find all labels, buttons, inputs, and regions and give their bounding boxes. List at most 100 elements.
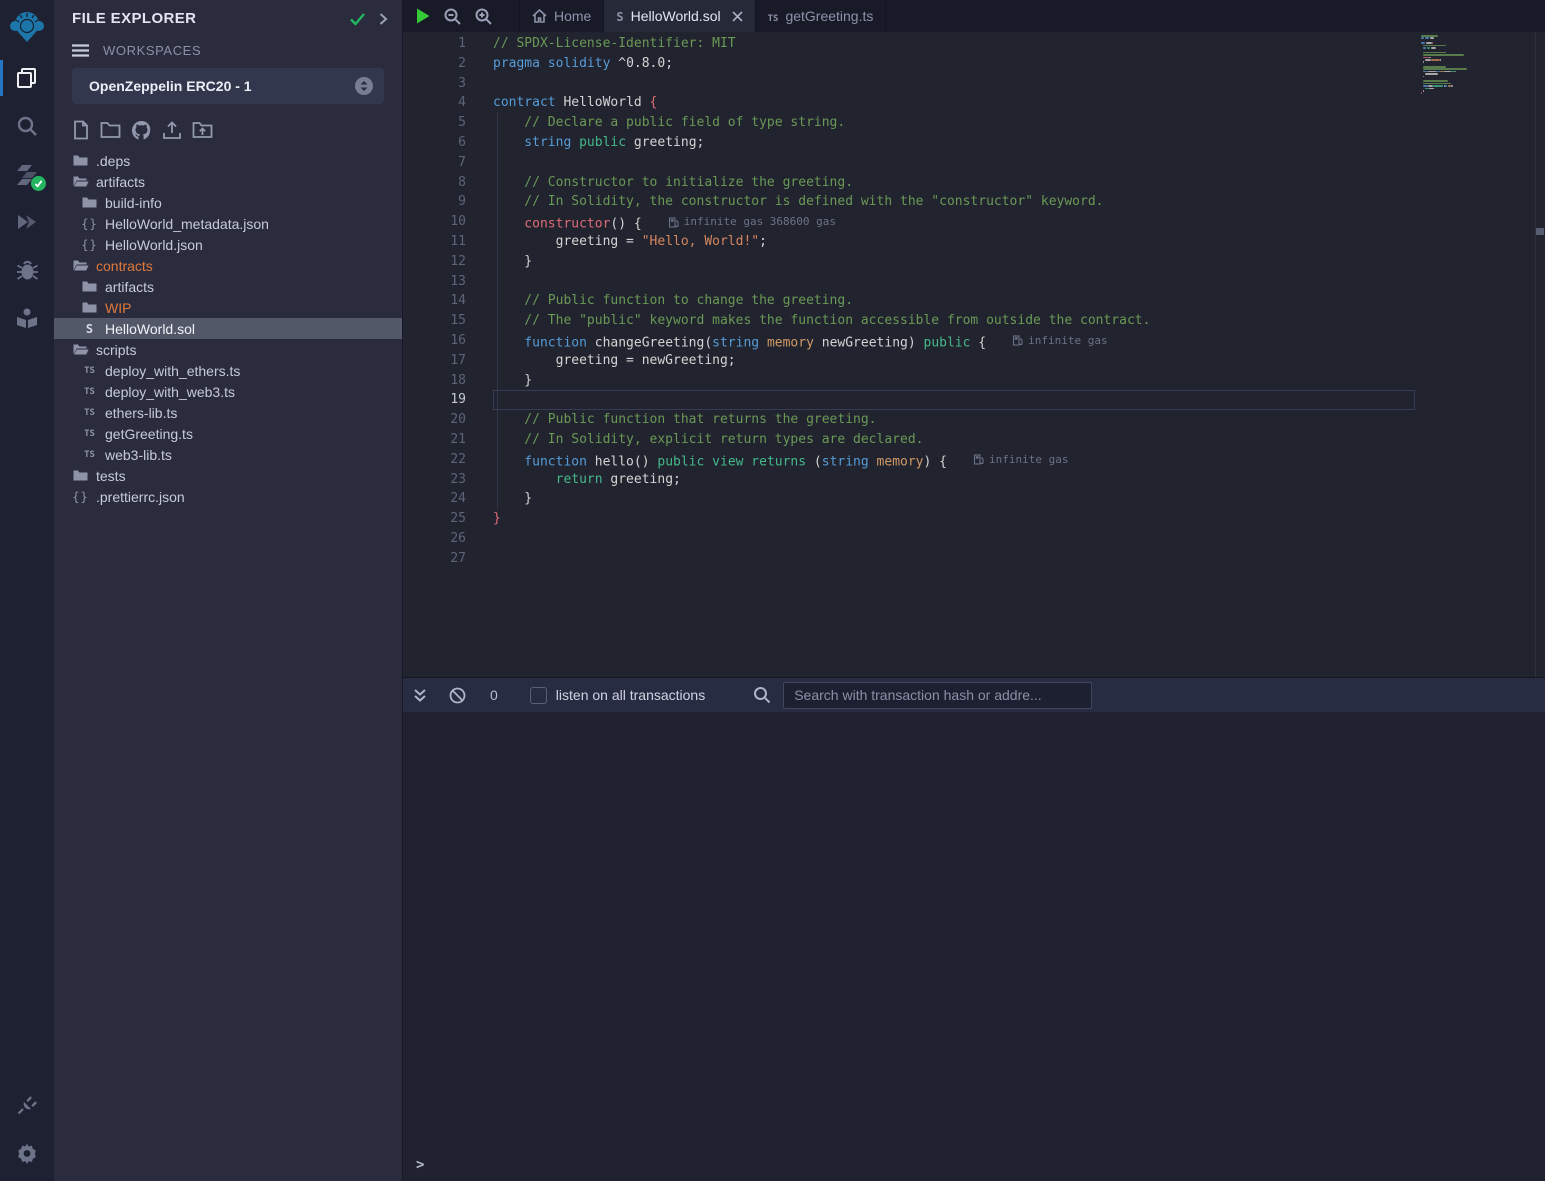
run-script-button[interactable] xyxy=(415,7,431,25)
zoom-out-icon[interactable] xyxy=(443,7,462,26)
close-tab-icon[interactable] xyxy=(732,11,743,22)
folder-item-contracts[interactable]: contracts xyxy=(54,255,402,276)
new-file-icon[interactable] xyxy=(72,120,90,140)
file-item-ethers-lib.ts[interactable]: TSethers-lib.ts xyxy=(54,402,402,423)
sidebar-item-solidity-compiler[interactable] xyxy=(0,150,54,198)
line-number: 16 xyxy=(403,331,493,351)
line-number: 12 xyxy=(403,252,493,272)
editor-scrollbar[interactable] xyxy=(1535,32,1545,677)
line-number: 3 xyxy=(403,74,493,94)
line-number: 10 xyxy=(403,212,493,232)
terminal-output[interactable]: > xyxy=(403,712,1545,1181)
line-number: 24 xyxy=(403,489,493,509)
sidebar-item-search[interactable] xyxy=(0,102,54,150)
sidebar-item-debugger[interactable] xyxy=(0,246,54,294)
sidebar-item-file-explorer[interactable] xyxy=(0,54,54,102)
folder-item-artifacts[interactable]: artifacts xyxy=(54,276,402,297)
code-line: // In Solidity, explicit return types ar… xyxy=(493,430,1545,450)
file-item-getGreeting.ts[interactable]: TSgetGreeting.ts xyxy=(54,423,402,444)
item-label: .deps xyxy=(96,153,130,169)
json-file-icon: {} xyxy=(81,217,98,231)
line-number: 2 xyxy=(403,54,493,74)
scrollbar-thumb[interactable] xyxy=(1536,228,1544,235)
search-icon xyxy=(15,114,39,138)
file-item-HelloWorld_metadata.json[interactable]: {} HelloWorld_metadata.json xyxy=(54,213,402,234)
item-label: deploy_with_web3.ts xyxy=(105,384,235,400)
folder-item-.deps[interactable]: .deps xyxy=(54,150,402,171)
terminal-toolbar: 0 listen on all transactions xyxy=(403,678,1545,712)
folder-open-icon xyxy=(72,175,89,188)
line-number: 15 xyxy=(403,311,493,331)
folder-item-build-info[interactable]: build-info xyxy=(54,192,402,213)
tab-HelloWorld.sol[interactable]: SHelloWorld.sol xyxy=(604,0,755,32)
tab-Home[interactable]: Home xyxy=(519,0,604,32)
expand-terminal-icon[interactable] xyxy=(413,688,427,703)
gear-icon xyxy=(15,1141,39,1165)
chevron-right-icon[interactable] xyxy=(378,12,388,26)
zoom-in-icon[interactable] xyxy=(474,7,493,26)
hamburger-menu-icon[interactable] xyxy=(72,44,89,57)
sidebar-item-learneth[interactable] xyxy=(0,294,54,342)
terminal-panel: 0 listen on all transactions > xyxy=(403,677,1545,1181)
line-number: 18 xyxy=(403,371,493,391)
code-line: // Constructor to initialize the greetin… xyxy=(493,173,1545,193)
folder-item-artifacts[interactable]: artifacts xyxy=(54,171,402,192)
line-number: 23 xyxy=(403,470,493,490)
line-number: 4 xyxy=(403,93,493,113)
file-item-web3-lib.ts[interactable]: TSweb3-lib.ts xyxy=(54,444,402,465)
line-number: 11 xyxy=(403,232,493,252)
folder-closed-icon xyxy=(72,154,89,167)
ts-file-icon: TS xyxy=(81,450,98,460)
code-line: } xyxy=(493,252,1545,272)
file-item-.prettierrc.json[interactable]: {}.prettierrc.json xyxy=(54,486,402,507)
folder-closed-icon xyxy=(81,196,98,209)
tabs-container: Home SHelloWorld.sol TS getGreeting.ts xyxy=(505,0,886,32)
code-line: // In Solidity, the constructor is defin… xyxy=(493,192,1545,212)
item-label: HelloWorld_metadata.json xyxy=(105,216,269,232)
upload-file-icon[interactable] xyxy=(162,120,182,140)
transaction-search-input[interactable] xyxy=(783,682,1092,709)
clear-console-icon[interactable] xyxy=(449,687,466,704)
line-number: 7 xyxy=(403,153,493,173)
new-folder-icon[interactable] xyxy=(100,120,121,140)
code-line: contract HelloWorld { xyxy=(493,93,1545,113)
folder-item-tests[interactable]: tests xyxy=(54,465,402,486)
code-line xyxy=(493,549,1545,569)
folder-item-scripts[interactable]: scripts xyxy=(54,339,402,360)
plug-icon xyxy=(15,1093,39,1117)
remix-logo-icon[interactable] xyxy=(0,0,54,54)
folder-item-WIP[interactable]: WIP xyxy=(54,297,402,318)
workspace-select[interactable]: OpenZeppelin ERC20 - 1 xyxy=(72,68,384,104)
file-item-deploy_with_web3.ts[interactable]: TSdeploy_with_web3.ts xyxy=(54,381,402,402)
code-editor[interactable]: 1234567891011121314151617181920212223242… xyxy=(403,32,1545,677)
item-label: WIP xyxy=(105,300,131,316)
deploy-run-icon xyxy=(14,209,40,235)
tab-getGreeting.ts[interactable]: TS getGreeting.ts xyxy=(756,0,887,32)
sidebar-item-plugin-manager[interactable] xyxy=(0,1081,54,1129)
minimap[interactable] xyxy=(1421,35,1517,100)
ts-file-icon: TS xyxy=(81,408,98,418)
folder-closed-icon xyxy=(81,280,98,293)
ts-icon: TS xyxy=(768,8,779,24)
github-icon[interactable] xyxy=(131,120,152,140)
file-item-HelloWorld.sol[interactable]: SHelloWorld.sol xyxy=(54,318,402,339)
listen-transactions-label: listen on all transactions xyxy=(556,687,705,703)
terminal-prompt[interactable]: > xyxy=(416,1157,424,1173)
listen-transactions-checkbox[interactable] xyxy=(530,687,547,704)
sidebar-item-settings[interactable] xyxy=(0,1129,54,1177)
tab-label: Home xyxy=(554,8,591,24)
code-line: } xyxy=(493,509,1545,529)
line-number: 14 xyxy=(403,291,493,311)
home-icon xyxy=(532,9,547,23)
solidity-icon: S xyxy=(616,8,623,24)
code-line xyxy=(493,74,1545,94)
file-item-deploy_with_ethers.ts[interactable]: TSdeploy_with_ethers.ts xyxy=(54,360,402,381)
tab-label: getGreeting.ts xyxy=(785,8,873,24)
file-explorer-icon xyxy=(14,65,40,91)
ts-file-icon: TS xyxy=(81,366,98,376)
file-item-HelloWorld.json[interactable]: {}HelloWorld.json xyxy=(54,234,402,255)
upload-folder-icon[interactable] xyxy=(192,120,213,140)
item-label: .prettierrc.json xyxy=(96,489,185,505)
bug-icon xyxy=(15,258,40,283)
sidebar-item-deploy-run[interactable] xyxy=(0,198,54,246)
